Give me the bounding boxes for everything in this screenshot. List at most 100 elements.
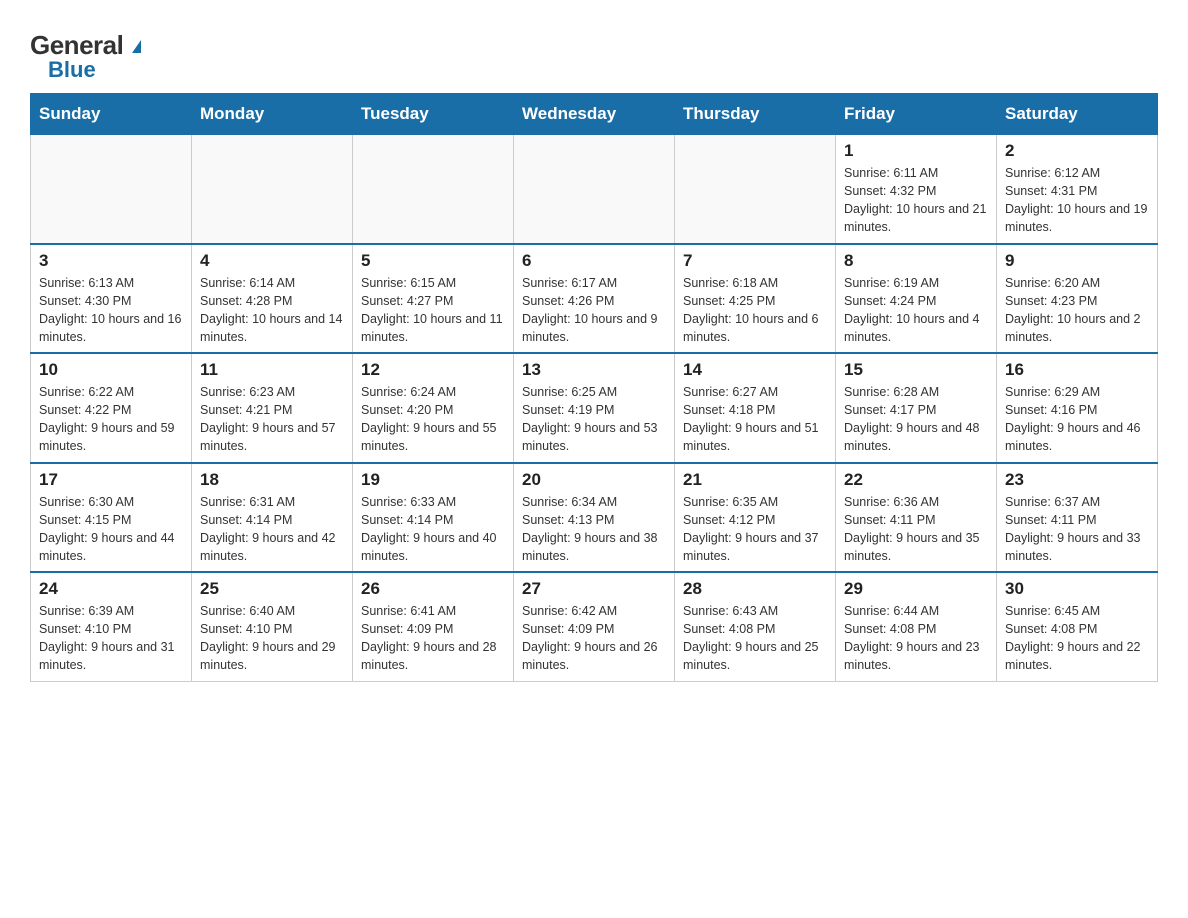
calendar-cell [31,135,192,244]
day-info: Sunrise: 6:29 AMSunset: 4:16 PMDaylight:… [1005,383,1149,456]
day-info: Sunrise: 6:24 AMSunset: 4:20 PMDaylight:… [361,383,505,456]
day-number: 27 [522,579,666,599]
calendar-cell: 18 Sunrise: 6:31 AMSunset: 4:14 PMDayligh… [192,463,353,573]
calendar-cell [675,135,836,244]
day-number: 18 [200,470,344,490]
day-number: 24 [39,579,183,599]
calendar-cell: 28 Sunrise: 6:43 AMSunset: 4:08 PMDayligh… [675,572,836,681]
calendar-cell: 29Sunrise: 6:44 AMSunset: 4:08 PMDayligh… [836,572,997,681]
day-number: 1 [844,141,988,161]
calendar-week-row: 24 Sunrise: 6:39 AMSunset: 4:10 PMDayligh… [31,572,1158,681]
calendar-cell: 19 Sunrise: 6:33 AMSunset: 4:14 PMDayligh… [353,463,514,573]
day-number: 26 [361,579,505,599]
day-info: Sunrise: 6:25 AMSunset: 4:19 PMDaylight:… [522,383,666,456]
day-number: 15 [844,360,988,380]
day-number: 3 [39,251,183,271]
calendar-cell [192,135,353,244]
calendar-cell: 26 Sunrise: 6:41 AMSunset: 4:09 PMDayligh… [353,572,514,681]
weekday-header-friday: Friday [836,94,997,135]
day-number: 30 [1005,579,1149,599]
calendar-week-row: 10Sunrise: 6:22 AMSunset: 4:22 PMDayligh… [31,353,1158,463]
day-info: Sunrise: 6:14 AMSunset: 4:28 PMDaylight:… [200,274,344,347]
weekday-header-sunday: Sunday [31,94,192,135]
day-info: Sunrise: 6:37 AMSunset: 4:11 PMDaylight:… [1005,493,1149,566]
calendar-cell: 14 Sunrise: 6:27 AMSunset: 4:18 PMDayligh… [675,353,836,463]
calendar-cell [353,135,514,244]
day-info: Sunrise: 6:34 AMSunset: 4:13 PMDaylight:… [522,493,666,566]
weekday-header-saturday: Saturday [997,94,1158,135]
logo-blue-text: Blue [48,57,96,83]
logo: General Blue [30,20,141,83]
calendar-cell: 9Sunrise: 6:20 AMSunset: 4:23 PMDaylight… [997,244,1158,354]
day-number: 16 [1005,360,1149,380]
day-number: 2 [1005,141,1149,161]
day-number: 28 [683,579,827,599]
day-number: 19 [361,470,505,490]
day-info: Sunrise: 6:31 AMSunset: 4:14 PMDaylight:… [200,493,344,566]
day-info: Sunrise: 6:43 AMSunset: 4:08 PMDaylight:… [683,602,827,675]
day-info: Sunrise: 6:39 AMSunset: 4:10 PMDaylight:… [39,602,183,675]
calendar-cell: 8 Sunrise: 6:19 AMSunset: 4:24 PMDaylight… [836,244,997,354]
calendar-cell: 30 Sunrise: 6:45 AMSunset: 4:08 PMDayligh… [997,572,1158,681]
calendar-cell: 2 Sunrise: 6:12 AMSunset: 4:31 PMDaylight… [997,135,1158,244]
day-info: Sunrise: 6:45 AMSunset: 4:08 PMDaylight:… [1005,602,1149,675]
day-info: Sunrise: 6:12 AMSunset: 4:31 PMDaylight:… [1005,164,1149,237]
weekday-header-wednesday: Wednesday [514,94,675,135]
calendar-cell: 1 Sunrise: 6:11 AMSunset: 4:32 PMDaylight… [836,135,997,244]
calendar-cell: 3 Sunrise: 6:13 AMSunset: 4:30 PMDaylight… [31,244,192,354]
calendar-cell: 4 Sunrise: 6:14 AMSunset: 4:28 PMDaylight… [192,244,353,354]
day-info: Sunrise: 6:44 AMSunset: 4:08 PMDaylight:… [844,602,988,675]
calendar-week-row: 3 Sunrise: 6:13 AMSunset: 4:30 PMDaylight… [31,244,1158,354]
calendar-cell: 23 Sunrise: 6:37 AMSunset: 4:11 PMDayligh… [997,463,1158,573]
calendar-header-row: SundayMondayTuesdayWednesdayThursdayFrid… [31,94,1158,135]
day-info: Sunrise: 6:40 AMSunset: 4:10 PMDaylight:… [200,602,344,675]
day-info: Sunrise: 6:18 AMSunset: 4:25 PMDaylight:… [683,274,827,347]
day-info: Sunrise: 6:35 AMSunset: 4:12 PMDaylight:… [683,493,827,566]
calendar-cell: 13 Sunrise: 6:25 AMSunset: 4:19 PMDayligh… [514,353,675,463]
day-info: Sunrise: 6:30 AMSunset: 4:15 PMDaylight:… [39,493,183,566]
weekday-header-thursday: Thursday [675,94,836,135]
day-number: 21 [683,470,827,490]
day-number: 13 [522,360,666,380]
calendar-cell: 15 Sunrise: 6:28 AMSunset: 4:17 PMDayligh… [836,353,997,463]
day-number: 23 [1005,470,1149,490]
calendar-cell: 25Sunrise: 6:40 AMSunset: 4:10 PMDayligh… [192,572,353,681]
day-info: Sunrise: 6:15 AMSunset: 4:27 PMDaylight:… [361,274,505,347]
day-info: Sunrise: 6:20 AMSunset: 4:23 PMDaylight:… [1005,274,1149,347]
day-info: Sunrise: 6:13 AMSunset: 4:30 PMDaylight:… [39,274,183,347]
calendar-cell: 22 Sunrise: 6:36 AMSunset: 4:11 PMDayligh… [836,463,997,573]
day-number: 20 [522,470,666,490]
page-header: General Blue [30,20,1158,83]
day-info: Sunrise: 6:11 AMSunset: 4:32 PMDaylight:… [844,164,988,237]
calendar-week-row: 17Sunrise: 6:30 AMSunset: 4:15 PMDayligh… [31,463,1158,573]
calendar-cell: 20 Sunrise: 6:34 AMSunset: 4:13 PMDayligh… [514,463,675,573]
calendar-cell: 7 Sunrise: 6:18 AMSunset: 4:25 PMDaylight… [675,244,836,354]
day-info: Sunrise: 6:19 AMSunset: 4:24 PMDaylight:… [844,274,988,347]
calendar-cell: 11Sunrise: 6:23 AMSunset: 4:21 PMDayligh… [192,353,353,463]
calendar-cell: 24 Sunrise: 6:39 AMSunset: 4:10 PMDayligh… [31,572,192,681]
day-info: Sunrise: 6:36 AMSunset: 4:11 PMDaylight:… [844,493,988,566]
day-info: Sunrise: 6:42 AMSunset: 4:09 PMDaylight:… [522,602,666,675]
day-number: 12 [361,360,505,380]
day-info: Sunrise: 6:28 AMSunset: 4:17 PMDaylight:… [844,383,988,456]
calendar-week-row: 1 Sunrise: 6:11 AMSunset: 4:32 PMDaylight… [31,135,1158,244]
calendar-cell [514,135,675,244]
day-info: Sunrise: 6:27 AMSunset: 4:18 PMDaylight:… [683,383,827,456]
weekday-header-tuesday: Tuesday [353,94,514,135]
day-number: 7 [683,251,827,271]
day-number: 22 [844,470,988,490]
day-info: Sunrise: 6:22 AMSunset: 4:22 PMDaylight:… [39,383,183,456]
calendar-cell: 5Sunrise: 6:15 AMSunset: 4:27 PMDaylight… [353,244,514,354]
day-number: 4 [200,251,344,271]
day-info: Sunrise: 6:33 AMSunset: 4:14 PMDaylight:… [361,493,505,566]
calendar-cell: 10Sunrise: 6:22 AMSunset: 4:22 PMDayligh… [31,353,192,463]
day-number: 8 [844,251,988,271]
calendar-cell: 12 Sunrise: 6:24 AMSunset: 4:20 PMDayligh… [353,353,514,463]
day-number: 6 [522,251,666,271]
day-number: 14 [683,360,827,380]
day-info: Sunrise: 6:17 AMSunset: 4:26 PMDaylight:… [522,274,666,347]
day-info: Sunrise: 6:41 AMSunset: 4:09 PMDaylight:… [361,602,505,675]
calendar-cell: 27 Sunrise: 6:42 AMSunset: 4:09 PMDayligh… [514,572,675,681]
calendar-table: SundayMondayTuesdayWednesdayThursdayFrid… [30,93,1158,682]
calendar-cell: 16 Sunrise: 6:29 AMSunset: 4:16 PMDayligh… [997,353,1158,463]
